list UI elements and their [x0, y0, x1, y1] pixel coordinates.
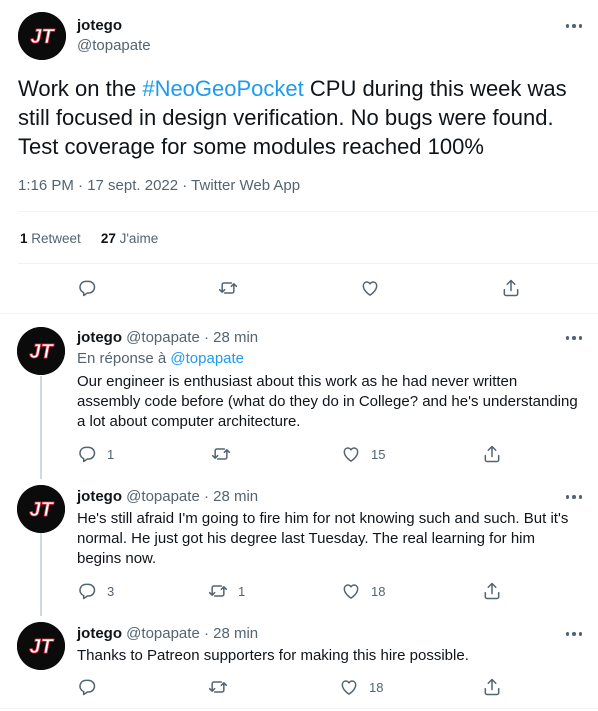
tweet-text-part: Work on the	[18, 76, 143, 101]
reply-icon	[77, 677, 97, 697]
author-name[interactable]: jotego	[77, 488, 122, 505]
avatar[interactable]	[17, 622, 65, 670]
like-icon	[341, 444, 361, 464]
tweet-text: Work on the #NeoGeoPocket CPU during thi…	[18, 74, 588, 161]
reply-icon	[77, 581, 97, 601]
author-name[interactable]: jotego	[77, 625, 122, 642]
reply-header: jotego @topapate · 28 min	[77, 625, 258, 642]
tweet-timestamp[interactable]: 1:16 PM · 17 sept. 2022 · Twitter Web Ap…	[18, 177, 300, 194]
share-icon	[501, 278, 521, 298]
retweet-button[interactable]	[208, 677, 238, 697]
retweet-count: 1	[238, 583, 246, 599]
reply-icon	[77, 278, 97, 298]
thread-line	[40, 376, 42, 479]
avatar[interactable]	[18, 12, 66, 60]
author-handle[interactable]: @topapate	[77, 37, 151, 54]
reply-text: Thanks to Patreon supporters for making …	[77, 647, 469, 664]
main-action-bar	[0, 276, 598, 304]
thread-line	[40, 533, 42, 616]
like-button[interactable]	[360, 278, 380, 298]
divider	[18, 263, 598, 264]
like-button[interactable]: 18	[339, 677, 383, 697]
more-options-icon[interactable]	[563, 19, 585, 33]
reply-to-link[interactable]: @topapate	[170, 350, 244, 367]
share-icon	[482, 444, 502, 464]
retweet-icon	[218, 278, 238, 298]
author-handle-time[interactable]: @topapate · 28 min	[126, 625, 258, 642]
author-handle-time[interactable]: @topapate · 28 min	[126, 488, 258, 505]
reply-header: jotego @topapate · 28 min	[77, 488, 258, 505]
like-count: 18	[369, 679, 384, 695]
retweet-button[interactable]	[211, 444, 241, 464]
avatar[interactable]	[17, 327, 65, 375]
reply-icon	[77, 444, 97, 464]
retweet-count: 1	[20, 231, 28, 246]
retweet-stat[interactable]: 1 Retweet	[20, 231, 81, 246]
share-button[interactable]	[482, 444, 502, 464]
like-count: 27	[100, 231, 116, 246]
like-count: 18	[371, 583, 386, 599]
reply-context: En réponse à @topapate	[77, 350, 244, 367]
reply-count: 1	[107, 446, 115, 462]
author-name[interactable]: jotego	[77, 17, 122, 34]
author-name[interactable]: jotego	[77, 329, 122, 346]
retweet-icon	[208, 677, 228, 697]
divider	[18, 211, 598, 212]
reply-text: Our engineer is enthusiast about this wo…	[77, 373, 578, 430]
reply-button[interactable]: 1	[77, 444, 114, 464]
share-icon	[482, 581, 502, 601]
like-button[interactable]: 15	[341, 444, 385, 464]
like-count: 15	[371, 446, 386, 462]
reply-header: jotego @topapate · 28 min	[77, 329, 258, 346]
like-icon	[360, 278, 380, 298]
share-button[interactable]	[482, 581, 502, 601]
like-stat[interactable]: 27 J'aime	[101, 231, 158, 246]
retweet-button[interactable]: 1	[208, 581, 245, 601]
more-options-icon[interactable]	[563, 490, 585, 504]
divider	[0, 313, 598, 314]
more-options-icon[interactable]	[563, 331, 585, 345]
retweet-button[interactable]	[218, 278, 238, 298]
engagement-stats: 1 Retweet 27 J'aime	[20, 231, 158, 246]
reply-button[interactable]	[77, 278, 97, 298]
more-options-icon[interactable]	[563, 627, 585, 641]
reply-prefix: En réponse à	[77, 350, 171, 367]
reply-count: 3	[107, 583, 115, 599]
author-handle-time[interactable]: @topapate · 28 min	[126, 329, 258, 346]
like-icon	[341, 581, 361, 601]
reply-button[interactable]	[77, 677, 107, 697]
retweet-icon	[208, 581, 228, 601]
share-button[interactable]	[482, 677, 502, 697]
avatar[interactable]	[17, 485, 65, 533]
retweet-icon	[211, 444, 231, 464]
share-icon	[482, 677, 502, 697]
hashtag-link[interactable]: #NeoGeoPocket	[142, 76, 303, 101]
reply-text: He's still afraid I'm going to fire him …	[77, 510, 569, 567]
reply-button[interactable]: 3	[77, 581, 114, 601]
like-button[interactable]: 18	[341, 581, 385, 601]
like-label: J'aime	[119, 231, 159, 246]
share-button[interactable]	[501, 278, 521, 298]
divider	[0, 708, 598, 709]
like-icon	[339, 677, 359, 697]
retweet-label: Retweet	[31, 231, 81, 246]
